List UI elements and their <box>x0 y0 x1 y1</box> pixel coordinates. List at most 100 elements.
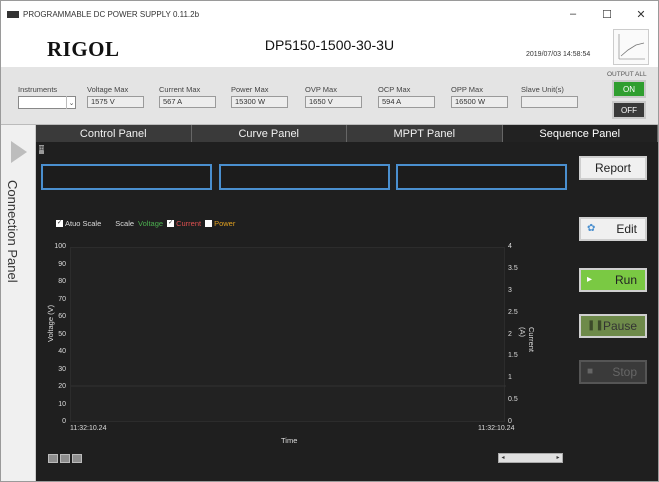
y-tick-label: 100 <box>54 243 66 250</box>
tab-control-panel[interactable]: Control Panel <box>36 125 192 142</box>
y2-tick-label: 2.5 <box>508 308 518 316</box>
power-checkbox[interactable] <box>205 220 213 227</box>
x-tick-end: 11:32:10.24 <box>478 425 515 432</box>
y2-tick-label: 3.5 <box>508 264 518 272</box>
auto-scale-label: Atuo Scale <box>65 219 102 228</box>
y2-axis-label: Current (A) <box>518 327 536 353</box>
minimize-button[interactable]: – <box>556 1 590 27</box>
voltage-legend: Voltage <box>138 219 164 228</box>
maximize-button[interactable]: ☐ <box>590 1 624 27</box>
datetime: 2019/07/03 14:58:54 <box>526 51 591 58</box>
preview-thumbnail <box>613 29 649 65</box>
pan-icon[interactable] <box>72 454 82 463</box>
window-title: PROGRAMMABLE DC POWER SUPPLY 0.11.2b <box>23 9 200 19</box>
scale-label: Scale <box>115 219 135 228</box>
instrument-info-bar: Instruments ⌄ Voltage Max 1575 V Current… <box>1 67 658 125</box>
instruments-label: Instruments <box>18 85 58 94</box>
chart-svg <box>71 385 506 387</box>
current-max-label: Current Max <box>159 85 201 94</box>
close-button[interactable]: ✕ <box>624 1 658 27</box>
y-tick-label: 60 <box>58 313 66 320</box>
y-tick-label: 10 <box>58 400 66 408</box>
ovp-max-label: OVP Max <box>305 85 337 94</box>
slave-units-label: Slave Unit(s) <box>521 85 564 94</box>
stop-icon: ■ <box>587 366 594 377</box>
report-button[interactable]: Report <box>579 156 647 180</box>
slave-units-value <box>521 96 578 108</box>
scroll-right-icon[interactable]: ▸ <box>554 454 562 462</box>
current-checkbox[interactable]: ✓ <box>167 220 175 227</box>
edit-button-label: Edit <box>616 222 637 236</box>
power-max-value: 15300 W <box>231 96 288 108</box>
chart-scrollbar[interactable]: ◂ ▸ <box>498 453 563 463</box>
pause-button[interactable]: ❚❚ Pause <box>579 314 647 338</box>
y-tick-label: 40 <box>58 348 66 355</box>
chevron-down-icon[interactable]: ⌄ <box>66 96 76 109</box>
opp-max-value: 16500 W <box>451 96 508 108</box>
zoom-icon[interactable] <box>60 454 70 463</box>
play-icon: ▸ <box>587 274 593 285</box>
y-tick-label: 30 <box>58 365 66 373</box>
chart-legend: ✓ Atuo Scale Scale Voltage ✓ Current Pow… <box>56 219 235 228</box>
stop-button[interactable]: ■ Stop <box>579 360 647 384</box>
current-max-value: 567 A <box>159 96 216 108</box>
y-tick-label: 80 <box>58 278 66 285</box>
pause-button-label: Pause <box>602 319 637 333</box>
title-bar: PROGRAMMABLE DC POWER SUPPLY 0.11.2b – ☐… <box>1 1 658 27</box>
y-axis-label: Voltage (V) <box>46 304 55 342</box>
y2-tick-label: 2 <box>508 330 512 338</box>
y2-tick-label: 1.5 <box>508 352 518 360</box>
stop-button-label: Stop <box>612 365 637 379</box>
run-button-label: Run <box>614 273 637 287</box>
tab-sequence-panel[interactable]: Sequence Panel <box>502 125 658 142</box>
sequence-content: 田 ✓ Atuo Scale Scale Voltage ✓ Current P… <box>36 142 571 481</box>
channel-box-1[interactable] <box>41 164 212 190</box>
power-max-label: Power Max <box>231 85 269 94</box>
channel-box-2[interactable] <box>219 164 390 190</box>
tab-bar: Control Panel Curve Panel MPPT Panel Seq… <box>36 125 658 142</box>
voltage-max-value: 1575 V <box>87 96 144 108</box>
report-button-label: Report <box>594 161 632 175</box>
run-button[interactable]: ▸ Run <box>579 268 647 292</box>
y-tick-label: 0 <box>62 418 66 425</box>
ovp-max-value: 1650 V <box>305 96 362 108</box>
voltage-max-label: Voltage Max <box>87 85 129 94</box>
expand-arrow-icon[interactable] <box>11 141 27 163</box>
y-tick-label: 50 <box>58 330 66 338</box>
current-legend: Current <box>176 219 202 228</box>
tab-curve-panel[interactable]: Curve Panel <box>192 125 347 142</box>
output-off-button[interactable]: OFF <box>612 101 646 119</box>
tab-mppt-panel[interactable]: MPPT Panel <box>347 125 503 142</box>
y-tick-label: 20 <box>58 383 66 390</box>
edit-button[interactable]: ✿ Edit <box>579 217 647 241</box>
x-axis-label: Time <box>281 436 298 445</box>
pause-icon: ❚❚ <box>587 320 604 331</box>
output-all-label: OUTPUT ALL <box>607 71 647 78</box>
gear-icon: ✿ <box>587 223 596 234</box>
y2-tick-label: 3 <box>508 286 512 294</box>
output-on-button[interactable]: ON <box>612 80 646 98</box>
y2-tick-label: 1 <box>508 374 512 382</box>
grid-icon[interactable] <box>48 454 58 463</box>
app-window: PROGRAMMABLE DC POWER SUPPLY 0.11.2b – ☐… <box>0 0 659 482</box>
header: RIGOL DP5150-1500-30-3U 2019/07/03 14:58… <box>1 27 658 67</box>
ocp-max-value: 594 A <box>378 96 435 108</box>
y2-tick-label: 0 <box>508 418 512 425</box>
opp-max-label: OPP Max <box>451 85 483 94</box>
grid-tag-icon: 田 <box>39 145 45 154</box>
scroll-left-icon[interactable]: ◂ <box>499 454 507 462</box>
channel-box-3[interactable] <box>396 164 567 190</box>
y2-tick-label: 4 <box>508 243 512 250</box>
connection-panel-label[interactable]: Connection Panel <box>5 180 20 283</box>
y-tick-label: 70 <box>58 295 66 303</box>
y2-tick-label: 0.5 <box>508 396 518 404</box>
auto-scale-checkbox[interactable]: ✓ <box>56 220 63 227</box>
power-legend: Power <box>214 219 236 228</box>
app-icon <box>7 10 19 18</box>
chart-plot-area <box>70 247 506 422</box>
x-tick-start: 11:32:10.24 <box>70 425 107 432</box>
chart-tools <box>48 454 82 463</box>
connection-panel-strip[interactable]: Connection Panel <box>1 125 36 481</box>
y-tick-label: 90 <box>58 260 66 268</box>
action-panel: Report ✿ Edit ▸ Run ❚❚ Pause ■ Stop <box>571 142 658 481</box>
